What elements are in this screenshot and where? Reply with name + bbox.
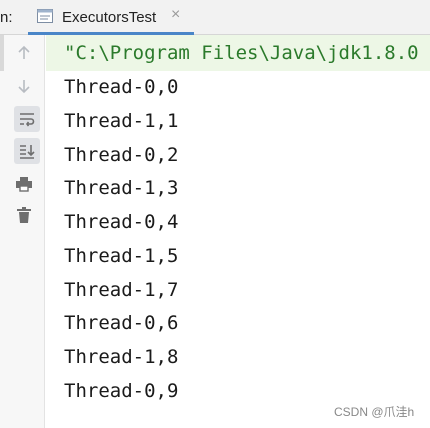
scroll-to-end-icon[interactable] bbox=[14, 138, 40, 164]
output-line: Thread-1,8 bbox=[64, 346, 179, 368]
tab-executors-test[interactable]: ExecutorsTest × bbox=[28, 0, 194, 35]
arrow-down-icon[interactable] bbox=[13, 75, 35, 97]
tab-title: ExecutorsTest bbox=[62, 9, 157, 26]
command-line-row: "C:\Program Files\Java\jdk1.8.0 bbox=[46, 35, 430, 71]
output-line: Thread-0,9 bbox=[64, 380, 179, 402]
output-line: Thread-0,4 bbox=[64, 211, 179, 233]
tab-bar: n: ExecutorsTest × bbox=[0, 0, 430, 35]
watermark: CSDN @爪洼h bbox=[334, 405, 415, 419]
arrow-up-icon[interactable] bbox=[13, 42, 35, 64]
console-tab-icon bbox=[37, 9, 53, 23]
command-text: "C:\Program Files\Java\jdk1.8.0 bbox=[64, 42, 419, 64]
output-line: Thread-1,7 bbox=[64, 279, 179, 301]
console-output[interactable]: "C:\Program Files\Java\jdk1.8.0 Thread-0… bbox=[46, 35, 430, 428]
output-line: Thread-0,2 bbox=[64, 144, 179, 166]
soft-wrap-icon[interactable] bbox=[14, 106, 40, 132]
print-icon[interactable] bbox=[13, 173, 35, 195]
output-line: Thread-1,5 bbox=[64, 245, 179, 267]
toolbar-edge-divider bbox=[0, 35, 4, 71]
output-line: Thread-0,0 bbox=[64, 76, 179, 98]
run-label: n: bbox=[0, 9, 13, 26]
output-line: Thread-1,1 bbox=[64, 110, 179, 132]
output-line: Thread-0,6 bbox=[64, 312, 179, 334]
close-icon[interactable]: × bbox=[171, 6, 180, 24]
trash-icon[interactable] bbox=[13, 204, 35, 226]
output-line: Thread-1,3 bbox=[64, 177, 179, 199]
